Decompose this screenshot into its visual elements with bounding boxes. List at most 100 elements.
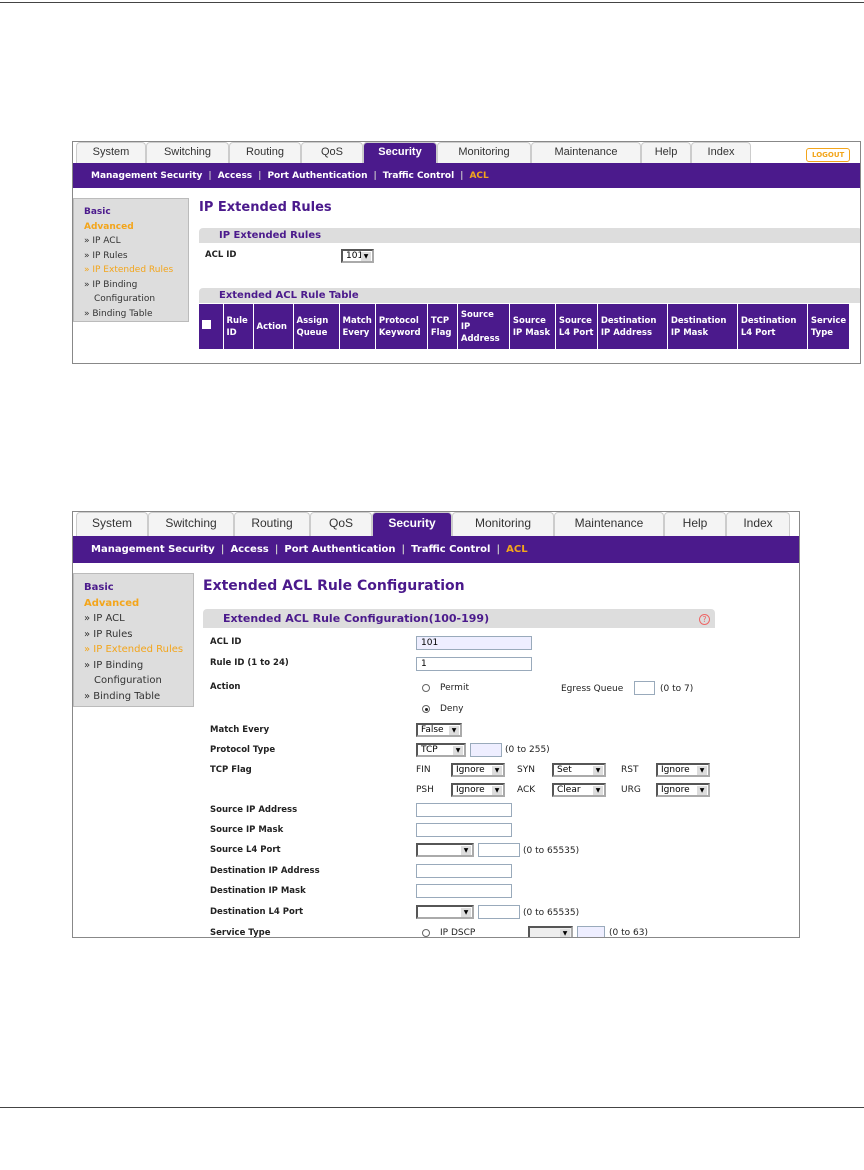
column-header: Rule ID	[222, 304, 253, 349]
sidebar-advanced[interactable]: Advanced	[84, 220, 188, 235]
sidebar-ip-binding-config[interactable]: Configuration	[84, 292, 188, 307]
ip-dscp-select[interactable]: ▼	[528, 926, 573, 937]
chevron-down-icon: ▼	[492, 766, 502, 775]
logout-button[interactable]: LOGOUT	[806, 148, 851, 162]
chevron-down-icon: ▼	[697, 766, 707, 775]
subnav-traffic-control[interactable]: Traffic Control	[377, 171, 460, 181]
tab-help[interactable]: Help	[641, 142, 691, 163]
subnav-port-authentication[interactable]: Port Authentication	[261, 171, 373, 181]
sidebar-advanced[interactable]: Advanced	[84, 596, 193, 612]
protocol-number-field[interactable]	[470, 743, 502, 757]
sidebar-binding-table[interactable]: » Binding Table	[84, 689, 193, 705]
match-every-select[interactable]: False ▼	[416, 723, 462, 737]
sidebar-ip-binding[interactable]: » IP Binding	[84, 658, 193, 674]
chevron-down-icon: ▼	[449, 726, 459, 735]
column-header: Source L4 Port	[554, 304, 598, 349]
source-ip-label: Source IP Address	[210, 805, 298, 815]
ack-flag-select[interactable]: Clear ▼	[552, 783, 606, 797]
page-title: Extended ACL Rule Configuration	[203, 578, 465, 594]
tab-help[interactable]: Help	[664, 512, 726, 536]
psh-flag-value: Ignore	[456, 785, 485, 795]
tab-system[interactable]: System	[76, 512, 148, 536]
source-mask-field[interactable]	[416, 823, 512, 837]
bottom-rule	[0, 1107, 864, 1108]
sidebar: Basic Advanced » IP ACL » IP Rules » IP …	[73, 198, 189, 322]
dest-mask-label: Destination IP Mask	[210, 886, 306, 896]
tab-qos[interactable]: QoS	[301, 142, 363, 163]
source-port-field[interactable]	[478, 843, 520, 857]
subnav-port-authentication[interactable]: Port Authentication	[278, 544, 401, 555]
chevron-down-icon: ▼	[697, 786, 707, 795]
page-title: IP Extended Rules	[199, 200, 332, 215]
rule-table-header: Rule ID Action Assign Queue Match Every Prot…	[199, 304, 850, 349]
chevron-down-icon: ▼	[461, 846, 471, 855]
egress-queue-field[interactable]	[634, 681, 655, 695]
tab-security[interactable]: Security	[372, 512, 452, 536]
subnav-acl[interactable]: ACL	[463, 171, 494, 181]
radio-icon	[422, 683, 430, 692]
tab-switching[interactable]: Switching	[146, 142, 229, 163]
subnav-management-security[interactable]: Management Security	[85, 544, 221, 555]
sidebar-ip-extended-rules[interactable]: » IP Extended Rules	[84, 642, 193, 658]
sidebar-basic[interactable]: Basic	[84, 205, 188, 220]
column-header: TCP Flag	[426, 304, 458, 349]
acl-id-select[interactable]: 101 ▼	[341, 249, 374, 263]
tab-routing[interactable]: Routing	[234, 512, 310, 536]
subnav-traffic-control[interactable]: Traffic Control	[405, 544, 496, 555]
syn-flag-select[interactable]: Set ▼	[552, 763, 606, 777]
tab-system[interactable]: System	[76, 142, 146, 163]
tab-maintenance[interactable]: Maintenance	[531, 142, 641, 163]
tab-maintenance[interactable]: Maintenance	[554, 512, 664, 536]
syn-flag-value: Set	[557, 765, 572, 775]
column-header: Action	[252, 304, 293, 349]
sidebar-ip-extended-rules[interactable]: » IP Extended Rules	[84, 263, 188, 278]
tab-monitoring[interactable]: Monitoring	[437, 142, 531, 163]
acl-id-field[interactable]: 101	[416, 636, 532, 650]
permit-radio[interactable]: Permit	[422, 683, 469, 693]
dest-port-field[interactable]	[478, 905, 520, 919]
subnav-access[interactable]: Access	[224, 544, 274, 555]
rst-flag-select[interactable]: Ignore ▼	[656, 763, 710, 777]
fin-flag-select[interactable]: Ignore ▼	[451, 763, 505, 777]
column-header: Source IP Mask	[508, 304, 556, 349]
permit-label: Permit	[440, 683, 469, 693]
section-header: IP Extended Rules	[199, 228, 860, 243]
tab-index[interactable]: Index	[726, 512, 790, 536]
rule-id-field[interactable]: 1	[416, 657, 532, 671]
tab-qos[interactable]: QoS	[310, 512, 372, 536]
help-icon[interactable]: ?	[699, 614, 710, 625]
sidebar-ip-acl[interactable]: » IP ACL	[84, 234, 188, 249]
ip-dscp-field[interactable]	[577, 926, 605, 937]
sidebar-ip-rules[interactable]: » IP Rules	[84, 249, 188, 264]
tab-monitoring[interactable]: Monitoring	[452, 512, 554, 536]
acl-id-label: ACL ID	[210, 637, 242, 647]
source-ip-field[interactable]	[416, 803, 512, 817]
deny-radio[interactable]: Deny	[422, 704, 464, 714]
tab-index[interactable]: Index	[691, 142, 751, 163]
sidebar-ip-binding-config[interactable]: Configuration	[84, 673, 193, 689]
fin-flag-label: FIN	[416, 765, 431, 775]
sidebar-ip-acl[interactable]: » IP ACL	[84, 611, 193, 627]
egress-queue-label: Egress Queue	[561, 684, 624, 694]
tab-switching[interactable]: Switching	[148, 512, 234, 536]
chevron-down-icon: ▼	[361, 252, 371, 261]
rst-flag-value: Ignore	[661, 765, 690, 775]
protocol-type-select[interactable]: TCP ▼	[416, 743, 466, 757]
subnav-management-security[interactable]: Management Security	[85, 171, 208, 181]
tab-routing[interactable]: Routing	[229, 142, 301, 163]
source-port-select[interactable]: ▼	[416, 843, 474, 857]
subnav-access[interactable]: Access	[212, 171, 258, 181]
ip-dscp-radio[interactable]: IP DSCP	[422, 928, 475, 937]
sidebar-ip-rules[interactable]: » IP Rules	[84, 627, 193, 643]
sidebar-ip-binding[interactable]: » IP Binding	[84, 278, 188, 293]
psh-flag-select[interactable]: Ignore ▼	[451, 783, 505, 797]
subnav-acl[interactable]: ACL	[500, 544, 533, 555]
dest-mask-field[interactable]	[416, 884, 512, 898]
dest-port-select[interactable]: ▼	[416, 905, 474, 919]
sidebar-basic[interactable]: Basic	[84, 580, 193, 596]
sidebar-binding-table[interactable]: » Binding Table	[84, 307, 188, 322]
select-all-checkbox[interactable]	[202, 320, 211, 329]
tab-security[interactable]: Security	[363, 142, 437, 163]
dest-ip-field[interactable]	[416, 864, 512, 878]
urg-flag-select[interactable]: Ignore ▼	[656, 783, 710, 797]
